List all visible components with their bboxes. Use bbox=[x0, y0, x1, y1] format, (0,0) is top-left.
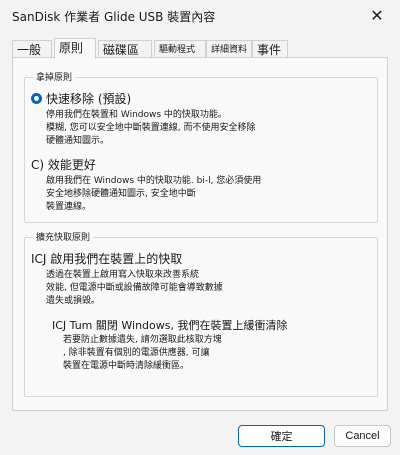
description-line: 安全地移除硬體通知圖示, 安全地中斷 bbox=[46, 189, 196, 199]
quick-removal-option[interactable]: 快速移除 (預設) bbox=[31, 90, 131, 107]
policies-panel: 拿掉原則 快速移除 (預設) 停用我們在裝置和 Windows 中的快取功能。 … bbox=[12, 57, 388, 411]
quick-removal-label: 快速移除 (預設) bbox=[46, 92, 132, 106]
description-line: 停用我們在裝置和 Windows 中的快取功能。 bbox=[46, 110, 227, 120]
description-line: 效能, 但電源中斷或設備故障可能會導致數據 bbox=[46, 283, 223, 293]
buffer-flush-description: 若要防止數據遺失, 請勿選取此核取方塊 , 除非裝置有個別的電源供應器, 可讓 … bbox=[63, 334, 222, 373]
removal-policy-legend: 拿掉原則 bbox=[33, 70, 76, 83]
description-line: 透過在裝置上啟用寫入快取來改善系統 bbox=[46, 270, 200, 280]
description-line: 裝置在電源中斷時清除緩衝區。 bbox=[63, 361, 190, 371]
window-title: SanDisk 作業者 Glide USB 裝置內容 bbox=[12, 10, 216, 24]
ok-button[interactable]: 確定 bbox=[238, 425, 325, 447]
enable-write-cache-label: ICJ 啟用我們在裝置上的快取 bbox=[31, 252, 183, 266]
better-performance-label: C) 效能更好 bbox=[31, 158, 96, 172]
cancel-button[interactable]: Cancel bbox=[334, 425, 391, 447]
description-line: 裝置連線。 bbox=[46, 202, 92, 212]
description-line: 硬體通知圖示。 bbox=[46, 136, 110, 146]
quick-removal-description: 停用我們在裝置和 Windows 中的快取功能。 模糊, 您可以安全地中斷裝置連… bbox=[46, 109, 255, 148]
better-performance-description: 啟用我們在 Windows 中的快取功能. bi-l, 您必須使用 安全地移除硬… bbox=[46, 175, 261, 214]
write-cache-legend: 擴充快取原則 bbox=[33, 230, 94, 243]
dialog-footer: 確定 Cancel bbox=[0, 411, 400, 455]
tab-details[interactable]: 詳細資料 bbox=[206, 40, 252, 58]
buffer-flush-option[interactable]: ICJ Tum 關閉 Windows, 我們在裝置上緩衝清除 bbox=[52, 317, 288, 333]
better-performance-option[interactable]: C) 效能更好 bbox=[31, 156, 96, 173]
write-cache-group: 擴充快取原則 ICJ 啟用我們在裝置上的快取 透過在裝置上啟用寫入快取來改善系統… bbox=[24, 230, 378, 397]
tab-policies[interactable]: 原則 bbox=[54, 38, 96, 59]
quick-removal-radio[interactable] bbox=[31, 93, 42, 104]
description-line: , 除非裝置有個別的電源供應器, 可讓 bbox=[63, 348, 210, 358]
tab-general[interactable]: 一般 bbox=[12, 40, 52, 58]
removal-policy-group: 拿掉原則 快速移除 (預設) 停用我們在裝置和 Windows 中的快取功能。 … bbox=[24, 70, 378, 223]
enable-write-cache-description: 透過在裝置上啟用寫入快取來改善系統 效能, 但電源中斷或設備故障可能會導致數據 … bbox=[46, 269, 223, 308]
description-line: 模糊, 您可以安全地中斷裝置連線, 而不使用安全移除 bbox=[46, 123, 256, 133]
tab-volumes[interactable]: 磁碟區 bbox=[98, 40, 152, 58]
description-line: 遺失或損毀。 bbox=[46, 296, 101, 306]
description-line: 啟用我們在 Windows 中的快取功能. bi-l, 您必須使用 bbox=[46, 176, 262, 186]
title-bar: SanDisk 作業者 Glide USB 裝置內容 ✕ bbox=[0, 0, 400, 30]
close-icon[interactable]: ✕ bbox=[360, 2, 394, 28]
tab-events[interactable]: 事件 bbox=[252, 40, 288, 58]
enable-write-cache-option[interactable]: ICJ 啟用我們在裝置上的快取 bbox=[31, 250, 182, 267]
tab-driver[interactable]: 驅動程式 bbox=[154, 40, 206, 58]
description-line: 若要防止數據遺失, 請勿選取此核取方塊 bbox=[63, 335, 222, 345]
